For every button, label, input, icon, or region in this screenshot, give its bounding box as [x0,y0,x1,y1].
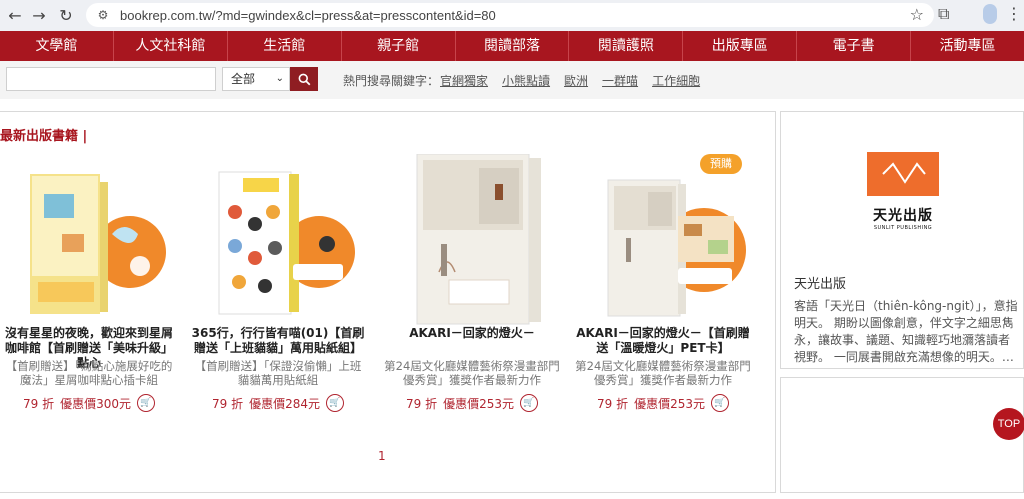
back-to-top-button[interactable]: TOP [993,408,1024,440]
search-category-value: 全部 [231,72,256,86]
preorder-badge: 預購 [700,154,742,174]
address-bar[interactable]: ⚙ bookrep.com.tw/?md=gwindex&cl=press&at… [86,3,934,27]
price-text: 優惠價253元 [443,396,514,411]
main-nav: 文學館 人文社科館 生活館 親子館 閱讀部落 閱讀護照 出版專區 電子書 活動專… [0,31,1024,61]
search-category-select[interactable]: 全部 ⌄ [222,67,290,91]
price-text: 優惠價300元 [60,396,131,411]
hot-keywords-list: 官網獨家 小熊點讀 歐洲 一群喵 工作細胞 [440,72,700,89]
nav-item-reading-passport[interactable]: 閱讀護照 [569,31,684,61]
book-list: 沒有星星的夜晚，歡迎來到星屑咖啡館【首刷贈送「美味升級」點心 【首刷贈送】「為點… [0,154,776,444]
nav-item-publishing[interactable]: 出版專區 [683,31,798,61]
discount-text: 79 折 [23,396,55,411]
extensions-icon[interactable]: ⧉ [938,4,949,24]
hot-keyword-link[interactable]: 官網獨家 [440,72,488,89]
price-row: 79 折 優惠價284元 🛒 [189,394,367,412]
nav-item-parenting[interactable]: 親子館 [342,31,456,61]
url-text[interactable]: bookrep.com.tw/?md=gwindex&cl=press&at=p… [120,8,496,23]
book-cover-image[interactable] [574,154,752,329]
discount-text: 79 折 [212,396,244,411]
book-description: 第24屆文化廳媒體藝術祭漫畫部門優秀賞」獲獎作者最新力作 [575,359,751,387]
section-title: 最新出版書籍 | [0,129,88,144]
cart-icon[interactable]: 🛒 [326,394,344,412]
publisher-logo-en: SUNLIT PUBLISHING [873,225,933,231]
browser-menu-icon[interactable]: ⋮ [1006,4,1022,23]
hot-keyword-link[interactable]: 小熊點讀 [502,72,550,89]
search-button[interactable] [290,67,318,91]
search-icon [298,73,310,85]
new-books-panel: 最新出版書籍 | 沒有星星的夜晚，歡迎來到星屑咖啡館【首刷贈送「美味升級」點心 … [0,111,776,493]
browser-toolbar: ← → ↻ ⚙ bookrep.com.tw/?md=gwindex&cl=pr… [0,0,1024,31]
hot-keyword-link[interactable]: 工作細胞 [652,72,700,89]
hot-keyword-link[interactable]: 歐洲 [564,72,588,89]
publisher-name: 天光出版 [794,277,847,292]
sunlit-logo-icon [867,152,939,196]
cart-icon[interactable]: 🛒 [711,394,729,412]
cart-icon[interactable]: 🛒 [520,394,538,412]
nav-item-ebooks[interactable]: 電子書 [797,31,912,61]
sidebar-empty-panel [780,377,1024,493]
book-cover-image[interactable] [189,154,367,329]
book-description: 第24屆文化廳媒體藝術祭漫畫部門優秀賞」獲獎作者最新力作 [384,359,560,387]
profile-avatar[interactable] [983,4,997,24]
publisher-panel: 天光出版 SUNLIT PUBLISHING 天光出版 客語「天光日（thiên… [780,111,1024,369]
book-title[interactable]: 365行，行行皆有喵(01)【首刷贈送「上班貓貓」萬用貼紙組】 [189,326,367,356]
discount-text: 79 折 [406,396,438,411]
publisher-description: 客語「天光日（thiên-kông-ngit）」，意指明天。 期盼以圖像創意，伴… [794,299,1018,364]
hot-keywords-label: 熱門搜尋關鍵字： [343,74,440,88]
nav-item-literature[interactable]: 文學館 [0,31,114,61]
price-row: 79 折 優惠價300元 🛒 [0,394,178,412]
book-cover-image[interactable] [383,154,561,329]
cart-icon[interactable]: 🛒 [137,394,155,412]
publisher-logo: 天光出版 SUNLIT PUBLISHING [865,150,941,231]
back-icon[interactable]: ← [2,2,28,28]
chevron-down-icon: ⌄ [275,73,284,84]
search-input[interactable] [6,67,216,91]
search-bar: 全部 ⌄ 熱門搜尋關鍵字： 官網獨家 小熊點讀 歐洲 一群喵 工作細胞 [0,61,1024,99]
publisher-logo-cn: 天光出版 [873,208,933,224]
price-text: 優惠價253元 [634,396,705,411]
hot-keyword-link[interactable]: 一群喵 [602,72,638,89]
nav-item-lifestyle[interactable]: 生活館 [228,31,342,61]
reload-icon[interactable]: ↻ [53,2,79,28]
price-row: 79 折 優惠價253元 🛒 [383,394,561,412]
book-title[interactable]: AKARI－回家的燈火－ [383,326,561,341]
price-row: 79 折 優惠價253元 🛒 [574,394,752,412]
nav-item-events[interactable]: 活動專區 [911,31,1024,61]
site-info-icon[interactable]: ⚙ [94,6,112,24]
book-title[interactable]: AKARI－回家的燈火－【首刷贈送「溫暖燈火」PET卡】 [574,326,752,356]
book-description: 【首刷贈送】「保證沒偷懶」上班貓貓萬用貼紙組 [194,359,362,387]
forward-icon[interactable]: → [26,2,52,28]
book-cover-image[interactable] [0,154,178,329]
pagination-current-page[interactable]: 1 [378,449,386,463]
nav-item-reading-blog[interactable]: 閱讀部落 [456,31,570,61]
price-text: 優惠價284元 [249,396,320,411]
discount-text: 79 折 [597,396,629,411]
nav-item-humanities[interactable]: 人文社科館 [114,31,228,61]
book-description: 【首刷贈送】「為點心施展好吃的魔法」星屑咖啡點心插卡組 [5,359,173,387]
bookmark-star-icon[interactable]: ☆ [910,5,924,24]
